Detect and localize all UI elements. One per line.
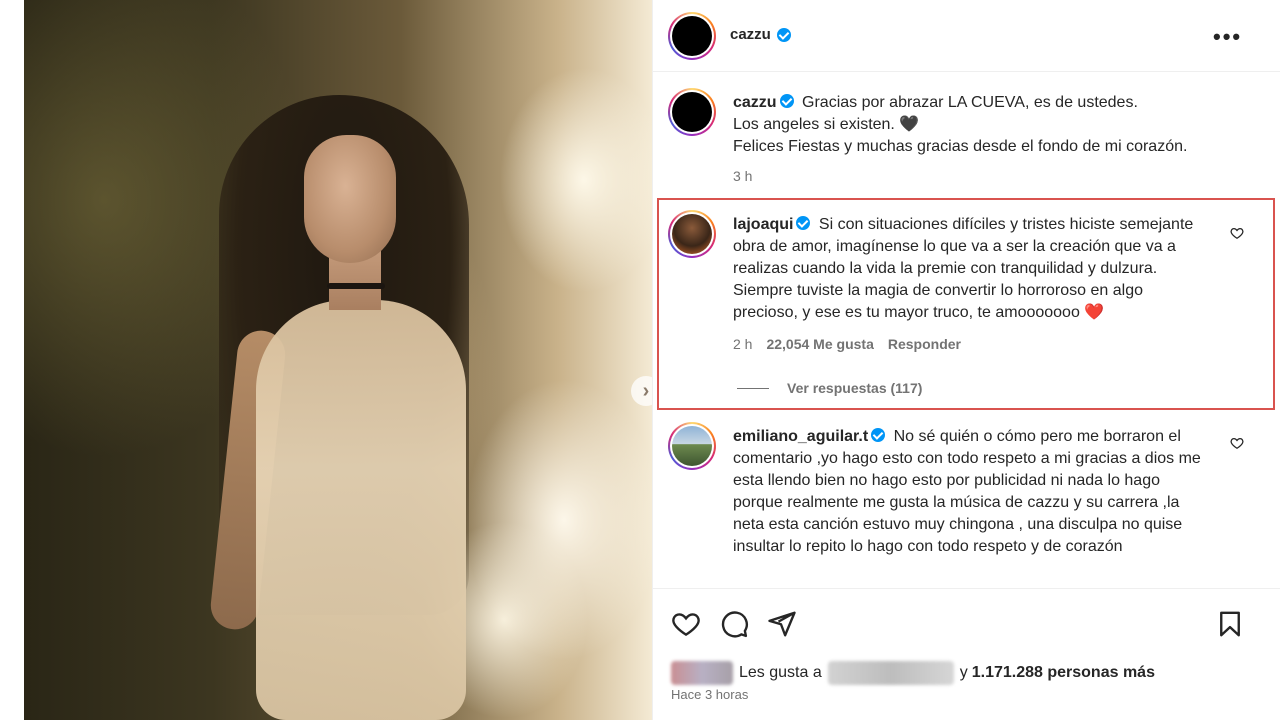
blurred-username [827,661,954,685]
comment-icon[interactable] [719,609,749,639]
verified-badge-icon [796,216,811,230]
caption-meta: 3 h [733,168,752,184]
post-actions: Les gusta a y 1.171.288 personas más Hac… [653,588,1280,720]
comment-username[interactable]: lajoaqui [733,216,793,233]
author-avatar[interactable] [668,12,716,60]
author-username[interactable]: cazzu [730,26,771,43]
caption-username[interactable]: cazzu [733,94,777,111]
comment-body: Si con situaciones difíciles y tristes h… [733,216,1194,321]
comment-text: emiliano_aguilar.t No sé quién o cómo pe… [733,426,1213,558]
comment-username[interactable]: emiliano_aguilar.t [733,428,868,445]
comment-text: lajoaqui Si con situaciones difíciles y … [733,214,1203,324]
caption-line-1: Gracias por abrazar LA CUEVA, es de uste… [802,94,1138,111]
replies-divider [737,387,769,389]
blurred-username [671,661,733,685]
post-photo: › [24,0,652,720]
share-icon[interactable] [767,609,797,639]
bookmark-icon[interactable] [1215,609,1245,639]
heart-icon[interactable] [671,609,701,639]
likes-summary: Les gusta a y 1.171.288 personas más [671,661,1155,685]
verified-badge-icon [779,94,794,108]
author-username-row[interactable]: cazzu [730,26,791,43]
photo-figure-face [304,135,396,263]
chevron-right-icon: › [642,379,650,402]
caption-line-2: Los angeles si existen. 🖤 [733,116,920,133]
next-photo-button[interactable]: › [631,376,652,406]
post-detail-panel: cazzu ••• cazzu Gracias por abrazar LA C… [652,0,1280,720]
view-replies-button[interactable]: Ver respuestas (117) [737,380,922,396]
post-timestamp[interactable]: Hace 3 horas [671,687,748,702]
commenter-avatar[interactable] [668,422,716,470]
photo-figure-body [256,300,466,720]
commenter-avatar[interactable] [668,210,716,258]
verified-badge-icon [871,428,886,442]
caption-text: cazzu Gracias por abrazar LA CUEVA, es d… [733,92,1213,158]
caption-avatar[interactable] [668,88,716,136]
caption-timestamp[interactable]: 3 h [733,168,752,184]
comment-timestamp[interactable]: 2 h [733,336,752,352]
reply-button[interactable]: Responder [888,336,961,352]
verified-badge-icon [776,27,791,42]
photo-figure-choker [327,283,385,289]
liked-by-connector: y [959,664,968,681]
comment-body: No sé quién o cómo pero me borraron el c… [733,428,1201,555]
liked-by-count[interactable]: 1.171.288 personas más [972,664,1155,682]
view-replies-label[interactable]: Ver respuestas (117) [787,380,922,396]
post-header: cazzu ••• [653,0,1280,72]
like-comment-heart-icon[interactable] [1230,436,1244,450]
caption-line-3: Felices Fiestas y muchas gracias desde e… [733,138,1188,155]
liked-by-prefix: Les gusta a [739,664,822,681]
like-comment-heart-icon[interactable] [1230,226,1244,240]
comment-likes[interactable]: 22,054 Me gusta [766,336,873,352]
more-options-icon[interactable]: ••• [1213,24,1242,50]
comment-meta: 2 h 22,054 Me gusta Responder [733,336,961,352]
